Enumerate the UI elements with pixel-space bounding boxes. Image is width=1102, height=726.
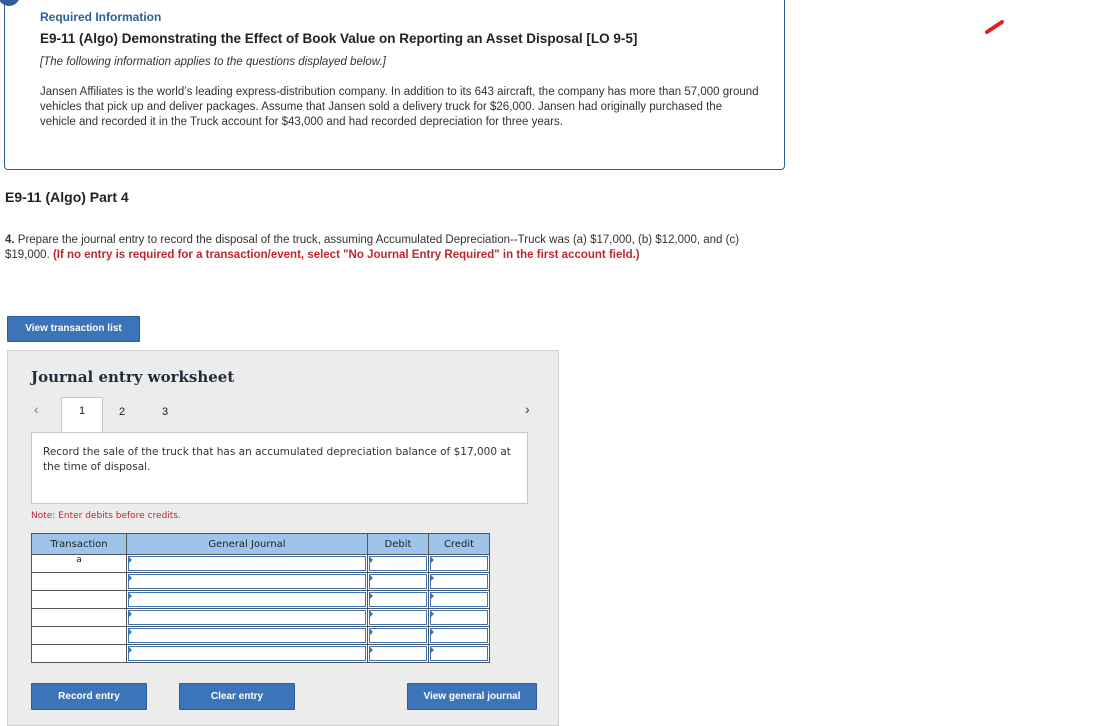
table-row: a: [31, 554, 490, 573]
table-row: [31, 608, 490, 627]
debit-input[interactable]: [367, 608, 429, 627]
debit-credit-note: Note: Enter debits before credits.: [31, 511, 181, 521]
view-general-journal-button[interactable]: View general journal: [407, 683, 537, 710]
tab-2[interactable]: 2: [119, 406, 125, 418]
credit-input-box[interactable]: [430, 592, 488, 607]
view-transaction-list-button[interactable]: View transaction list: [7, 316, 140, 342]
column-header-transaction: Transaction: [31, 533, 127, 555]
debit-input[interactable]: [367, 554, 429, 573]
general-journal-input-box[interactable]: [128, 592, 366, 607]
required-information-heading: Required Information: [40, 10, 162, 24]
column-header-credit: Credit: [428, 533, 490, 555]
credit-input-box[interactable]: [430, 610, 488, 625]
credit-input[interactable]: [428, 554, 490, 573]
tab-1[interactable]: 1: [61, 397, 103, 433]
question-number: 4.: [5, 234, 15, 246]
credit-input[interactable]: [428, 590, 490, 609]
tab-3[interactable]: 3: [162, 406, 168, 418]
part-title: E9-11 (Algo) Part 4: [5, 189, 129, 205]
transaction-cell: [31, 626, 127, 645]
question-text: 4. Prepare the journal entry to record t…: [5, 233, 780, 263]
journal-entry-table: Transaction General Journal Debit Credit…: [31, 533, 490, 663]
journal-entry-worksheet: Journal entry worksheet ‹ 1 2 3 › Record…: [7, 350, 559, 726]
transaction-cell: a: [31, 554, 127, 573]
debit-input-box[interactable]: [369, 646, 427, 661]
general-journal-input[interactable]: [126, 644, 368, 663]
credit-input[interactable]: [428, 626, 490, 645]
debit-input-box[interactable]: [369, 556, 427, 571]
table-row: [31, 644, 490, 663]
red-check-mark-icon: [985, 20, 1004, 34]
transaction-cell: [31, 572, 127, 591]
debit-input[interactable]: [367, 572, 429, 591]
debit-input[interactable]: [367, 590, 429, 609]
table-row: [31, 572, 490, 591]
problem-title: E9-11 (Algo) Demonstrating the Effect of…: [40, 31, 638, 46]
next-arrow-icon[interactable]: ›: [525, 401, 530, 417]
general-journal-input[interactable]: [126, 590, 368, 609]
transaction-cell: [31, 608, 127, 627]
record-entry-button[interactable]: Record entry: [31, 683, 147, 710]
transaction-prompt: Record the sale of the truck that has an…: [31, 432, 528, 504]
column-header-general-journal: General Journal: [126, 533, 368, 555]
debit-input-box[interactable]: [369, 592, 427, 607]
credit-input[interactable]: [428, 644, 490, 663]
general-journal-input[interactable]: [126, 572, 368, 591]
worksheet-title: Journal entry worksheet: [31, 368, 235, 386]
general-journal-input[interactable]: [126, 554, 368, 573]
info-marker-icon: [0, 0, 20, 6]
table-row: [31, 590, 490, 609]
general-journal-input[interactable]: [126, 626, 368, 645]
required-information-panel: Required Information E9-11 (Algo) Demons…: [0, 0, 785, 170]
general-journal-input-box[interactable]: [128, 574, 366, 589]
previous-arrow-icon[interactable]: ‹: [34, 401, 39, 417]
general-journal-input-box[interactable]: [128, 628, 366, 643]
credit-input-box[interactable]: [430, 556, 488, 571]
debit-input-box[interactable]: [369, 610, 427, 625]
credit-input-box[interactable]: [430, 646, 488, 661]
general-journal-input-box[interactable]: [128, 646, 366, 661]
column-header-debit: Debit: [367, 533, 429, 555]
credit-input[interactable]: [428, 608, 490, 627]
general-journal-input-box[interactable]: [128, 556, 366, 571]
table-row: [31, 626, 490, 645]
credit-input[interactable]: [428, 572, 490, 591]
clear-entry-button[interactable]: Clear entry: [179, 683, 295, 710]
debit-input[interactable]: [367, 626, 429, 645]
debit-input[interactable]: [367, 644, 429, 663]
general-journal-input-box[interactable]: [128, 610, 366, 625]
transaction-cell: [31, 590, 127, 609]
applies-note: [The following information applies to th…: [40, 56, 386, 68]
debit-input-box[interactable]: [369, 574, 427, 589]
credit-input-box[interactable]: [430, 574, 488, 589]
debit-input-box[interactable]: [369, 628, 427, 643]
problem-description: Jansen Affiliates is the world’s leading…: [40, 86, 759, 128]
credit-input-box[interactable]: [430, 628, 488, 643]
transaction-cell: [31, 644, 127, 663]
general-journal-input[interactable]: [126, 608, 368, 627]
question-instruction: (If no entry is required for a transacti…: [52, 249, 640, 261]
